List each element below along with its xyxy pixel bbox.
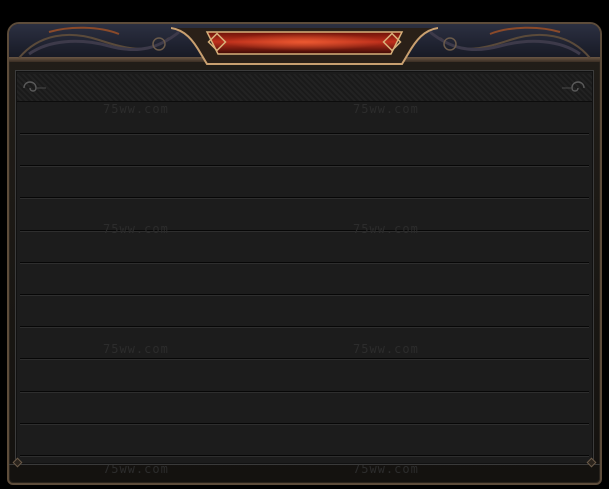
watermark: 75ww.com	[353, 222, 419, 236]
list-row-divider	[20, 294, 589, 296]
watermark: 75ww.com	[103, 222, 169, 236]
list-row-divider	[20, 358, 589, 360]
watermark: 75ww.com	[103, 102, 169, 116]
list-row-divider	[20, 455, 589, 457]
list-row-divider	[20, 391, 589, 393]
watermark: 75ww.com	[353, 342, 419, 356]
list-row-divider	[20, 262, 589, 264]
list-row-divider	[20, 197, 589, 199]
list-row-divider	[20, 326, 589, 328]
list-row-divider	[20, 423, 589, 425]
game-window: { "window": { "title": "", "colors": { "…	[0, 0, 609, 489]
swirl-left-icon	[23, 81, 46, 92]
title-plate	[171, 27, 438, 65]
list-header	[17, 74, 592, 102]
bottom-edge	[9, 464, 600, 474]
swirl-right-icon	[562, 81, 585, 92]
list-rows	[20, 103, 589, 457]
watermark: 75ww.com	[103, 342, 169, 356]
list-row-divider	[20, 165, 589, 167]
list-row-divider	[20, 133, 589, 135]
watermark: 75ww.com	[353, 102, 419, 116]
